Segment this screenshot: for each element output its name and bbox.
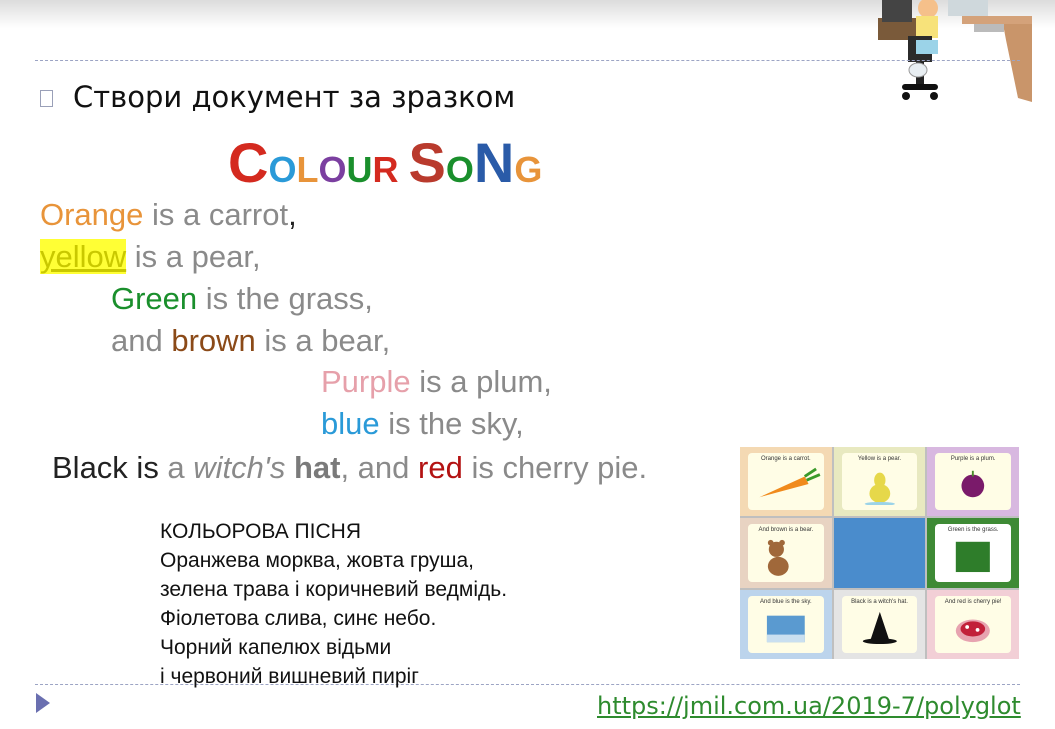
card-label: Yellow is a pear.	[857, 456, 902, 462]
poem-text: a	[158, 450, 194, 485]
poem-line-4: and brown is a bear,	[111, 323, 390, 359]
poem-text: is a plum,	[410, 364, 552, 399]
translation-line: і червоний вишневий пиріг	[160, 665, 419, 688]
word-red: red	[418, 450, 463, 485]
card-label: And brown is a bear.	[758, 527, 814, 534]
poem-line-7: Black is a witch's hat, and red is cherr…	[52, 450, 647, 486]
ukrainian-translation: КОЛЬОРОВА ПІСНЯ Оранжева морква, жовта г…	[160, 517, 507, 691]
colour-cards-image: Orange is a carrot. Yellow is a pear. Pu…	[740, 447, 1019, 659]
poem-text: is a carrot	[143, 197, 289, 232]
instruction-bullet: Створи документ за зразком	[40, 80, 515, 114]
poem-line-3: Green is the grass,	[111, 281, 373, 317]
sky-icon	[766, 615, 805, 642]
translation-line: Чорний капелюх відьми	[160, 636, 392, 659]
card-label: Orange is a carrot.	[760, 456, 811, 462]
word-hat: hat	[285, 450, 341, 485]
title-letter: L	[296, 149, 319, 190]
poem-text: is a pear,	[126, 239, 261, 274]
title-letter: O	[445, 149, 474, 190]
poem-text: is the sky,	[379, 406, 524, 441]
word-blue: blue	[321, 406, 380, 441]
poem-text: is the grass,	[197, 281, 373, 316]
translation-line: зелена трава і коричневий ведмідь.	[160, 578, 508, 601]
witch-hat-icon	[862, 611, 897, 644]
grass-icon	[956, 542, 991, 573]
card-label: And red is cherry pie!	[944, 598, 1002, 605]
pie-icon	[956, 619, 991, 642]
word-witchs: witch's	[193, 450, 286, 485]
colour-song-title: COLOUR SONG	[228, 130, 542, 195]
poem-text: is a bear,	[255, 323, 391, 358]
card-orange: Orange is a carrot.	[740, 447, 832, 517]
card-label: And blue is the sky.	[760, 598, 812, 605]
poem-line-5: Purple is a plum,	[321, 364, 552, 400]
card-green: Green is the grass.	[927, 518, 1019, 588]
poem-line-2: yellow is a pear,	[40, 239, 261, 275]
poem-text: and	[111, 323, 172, 358]
poem-text: , and	[340, 450, 419, 485]
card-blue-square	[833, 518, 926, 588]
poem-line-1: Orange is a carrot,	[40, 197, 297, 233]
title-letter: R	[372, 149, 399, 190]
carrot-icon	[759, 467, 821, 498]
card-sky: And blue is the sky.	[740, 589, 832, 659]
word-yellow: yellow	[40, 239, 127, 274]
card-label: Green is the grass.	[947, 527, 999, 534]
card-purple: Purple is a plum.	[927, 447, 1019, 517]
title-letter: S	[408, 131, 446, 194]
card-red: And red is cherry pie!	[927, 589, 1019, 659]
title-letter: U	[346, 149, 373, 190]
instruction-text: Створи документ за зразком	[73, 80, 516, 114]
next-slide-arrow-icon[interactable]	[35, 692, 51, 714]
card-black: Black is a witch's hat.	[833, 589, 926, 659]
word-black: Black	[52, 450, 128, 485]
title-letter	[398, 149, 408, 191]
title-letter: C	[228, 131, 269, 194]
title-letter: O	[318, 149, 347, 190]
card-yellow: Yellow is a pear.	[833, 447, 926, 517]
word-brown: brown	[171, 323, 256, 358]
title-letter: N	[473, 131, 515, 194]
card-label: Purple is a plum.	[950, 456, 996, 462]
translation-line: Фіолетова слива, синє небо.	[160, 607, 437, 630]
pear-icon	[864, 472, 895, 505]
poem-text: is cherry pie.	[462, 450, 648, 485]
source-link[interactable]: https://jmil.com.ua/2019-7/polyglot	[597, 692, 1021, 720]
top-divider	[35, 60, 1020, 61]
card-label: Black is a witch's hat.	[851, 598, 908, 605]
title-letter: O	[268, 149, 297, 190]
bullet-marker-icon	[40, 90, 53, 107]
word-purple: Purple	[321, 364, 411, 399]
poem-text: ,	[288, 197, 297, 232]
bear-icon	[767, 540, 789, 577]
card-brown: And brown is a bear.	[740, 518, 832, 588]
plum-icon	[961, 470, 985, 498]
translation-line: Оранжева морква, жовта груша,	[160, 549, 474, 572]
person-at-desk-clipart	[878, 0, 1032, 102]
word-orange: Orange	[40, 197, 144, 232]
poem-text: is	[127, 450, 159, 485]
translation-line: КОЛЬОРОВА ПІСНЯ	[160, 520, 361, 543]
title-letter: G	[514, 149, 543, 190]
word-green: Green	[111, 281, 198, 316]
poem-line-6: blue is the sky,	[321, 406, 524, 442]
